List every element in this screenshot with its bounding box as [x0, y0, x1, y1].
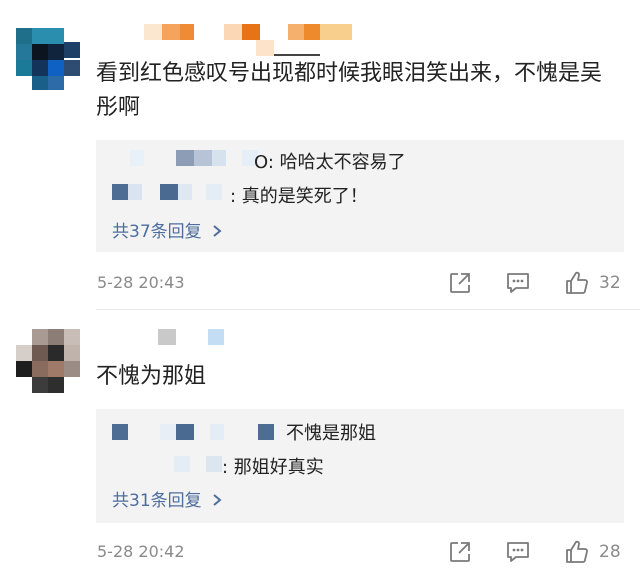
- chevron-right-icon: [213, 225, 222, 237]
- reply-username-redacted[interactable]: [130, 150, 260, 168]
- reply-preview-box[interactable]: O: 哈哈太不容易了 : 真的是笑死了！ 共37条回复: [96, 140, 624, 252]
- reply-text: : 那姐好真实: [222, 457, 324, 478]
- comment-text: 看到红色感叹号出现都时候我眼泪笑出来，不愧是吴彤啊: [96, 61, 603, 120]
- timestamp: 5-28 20:42: [97, 542, 185, 561]
- reply-text: O: 哈哈太不容易了: [254, 152, 406, 173]
- reply-text: : 真的是笑死了！: [230, 186, 368, 207]
- chevron-right-icon: [213, 494, 222, 506]
- thumbs-up-icon[interactable]: [564, 539, 590, 565]
- timestamp: 5-28 20:43: [97, 273, 185, 292]
- comment-icon[interactable]: [505, 540, 531, 564]
- reply-preview-box[interactable]: 不愧是那姐 : 那姐好真实 共31条回复: [96, 409, 624, 523]
- share-icon[interactable]: [448, 540, 472, 564]
- reply-text: 不愧是那姐: [286, 423, 376, 444]
- like-count: 28: [599, 542, 621, 562]
- view-all-replies-link[interactable]: 共31条回复: [112, 486, 223, 511]
- comment-divider: [96, 309, 640, 310]
- reply-username-redacted[interactable]: [112, 424, 302, 442]
- username-redacted[interactable]: [144, 24, 354, 60]
- comment-icon[interactable]: [505, 271, 531, 295]
- reply-count-label: 共37条回复: [112, 222, 202, 242]
- username-redacted[interactable]: [158, 329, 238, 347]
- comment-text: 不愧为那姐: [96, 364, 207, 389]
- thumbs-up-icon[interactable]: [564, 270, 590, 296]
- avatar[interactable]: [16, 28, 80, 90]
- share-icon[interactable]: [448, 271, 472, 295]
- reply-count-label: 共31条回复: [112, 491, 202, 511]
- reply-username-redacted[interactable]: [112, 184, 242, 202]
- view-all-replies-link[interactable]: 共37条回复: [112, 217, 223, 242]
- like-count: 32: [599, 273, 621, 293]
- avatar[interactable]: [16, 329, 80, 393]
